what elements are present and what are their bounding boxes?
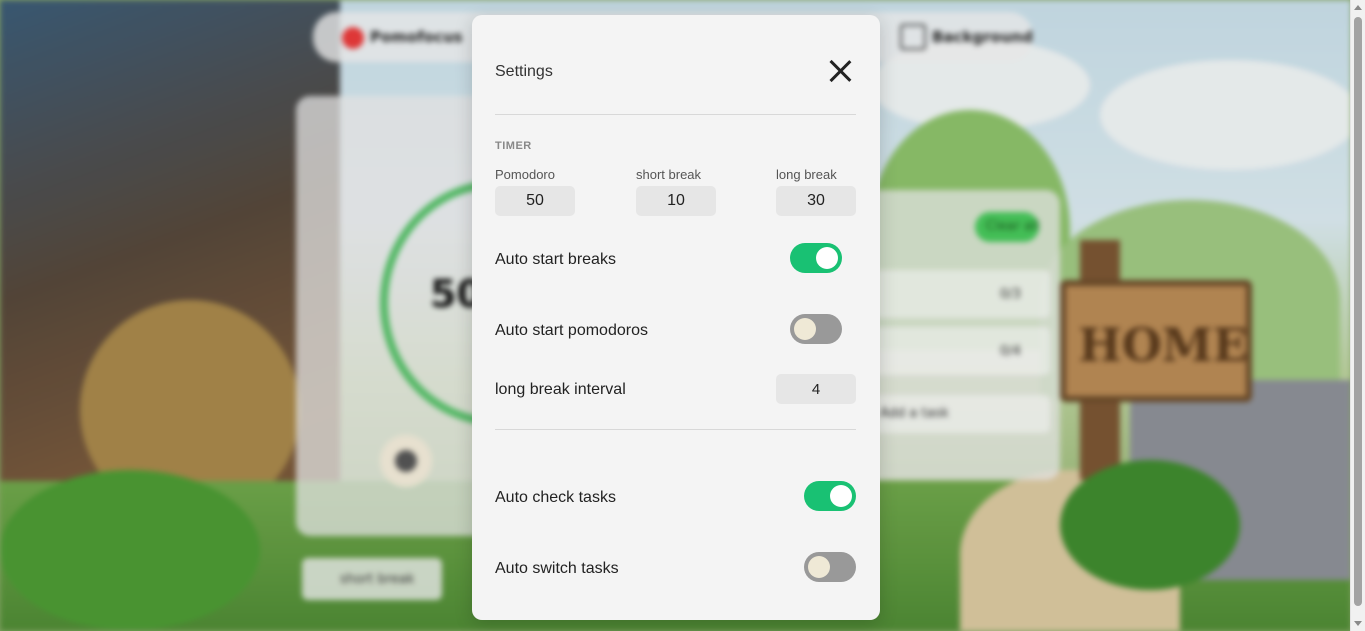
scrollbar-thumb[interactable] xyxy=(1354,17,1362,606)
modal-header: Settings xyxy=(495,15,856,115)
auto-start-breaks-label: Auto start breaks xyxy=(495,251,616,268)
pomodoro-input[interactable] xyxy=(495,186,575,216)
modal-title: Settings xyxy=(495,63,553,80)
settings-modal: Settings TIMER Pomodoro short break long… xyxy=(472,15,880,620)
auto-start-pomodoros-toggle[interactable] xyxy=(790,314,842,344)
long-break-setting: long break xyxy=(776,167,856,216)
toggle-knob xyxy=(816,247,838,269)
long-break-label: long break xyxy=(776,167,837,182)
auto-switch-tasks-label: Auto switch tasks xyxy=(495,560,619,577)
close-icon[interactable] xyxy=(827,58,853,84)
toggle-knob xyxy=(830,485,852,507)
toggle-knob xyxy=(794,318,816,340)
scroll-down-arrow-icon[interactable] xyxy=(1354,621,1362,626)
timer-section-title: TIMER xyxy=(495,140,532,152)
auto-check-tasks-toggle[interactable] xyxy=(804,481,856,511)
long-break-interval-label: long break interval xyxy=(495,381,626,398)
auto-check-tasks-label: Auto check tasks xyxy=(495,489,616,506)
toggle-knob xyxy=(808,556,830,578)
auto-switch-tasks-toggle[interactable] xyxy=(804,552,856,582)
pomodoro-label: Pomodoro xyxy=(495,167,555,182)
long-break-input[interactable] xyxy=(776,186,856,216)
section-divider xyxy=(495,429,856,430)
short-break-input[interactable] xyxy=(636,186,716,216)
short-break-label: short break xyxy=(636,167,702,182)
scroll-up-arrow-icon[interactable] xyxy=(1354,5,1362,10)
auto-start-breaks-toggle[interactable] xyxy=(790,243,842,273)
long-break-interval-input[interactable] xyxy=(776,374,856,404)
page-scrollbar[interactable] xyxy=(1350,0,1365,631)
short-break-setting: short break xyxy=(636,167,716,216)
auto-start-pomodoros-label: Auto start pomodoros xyxy=(495,322,648,339)
pomodoro-setting: Pomodoro xyxy=(495,167,575,216)
